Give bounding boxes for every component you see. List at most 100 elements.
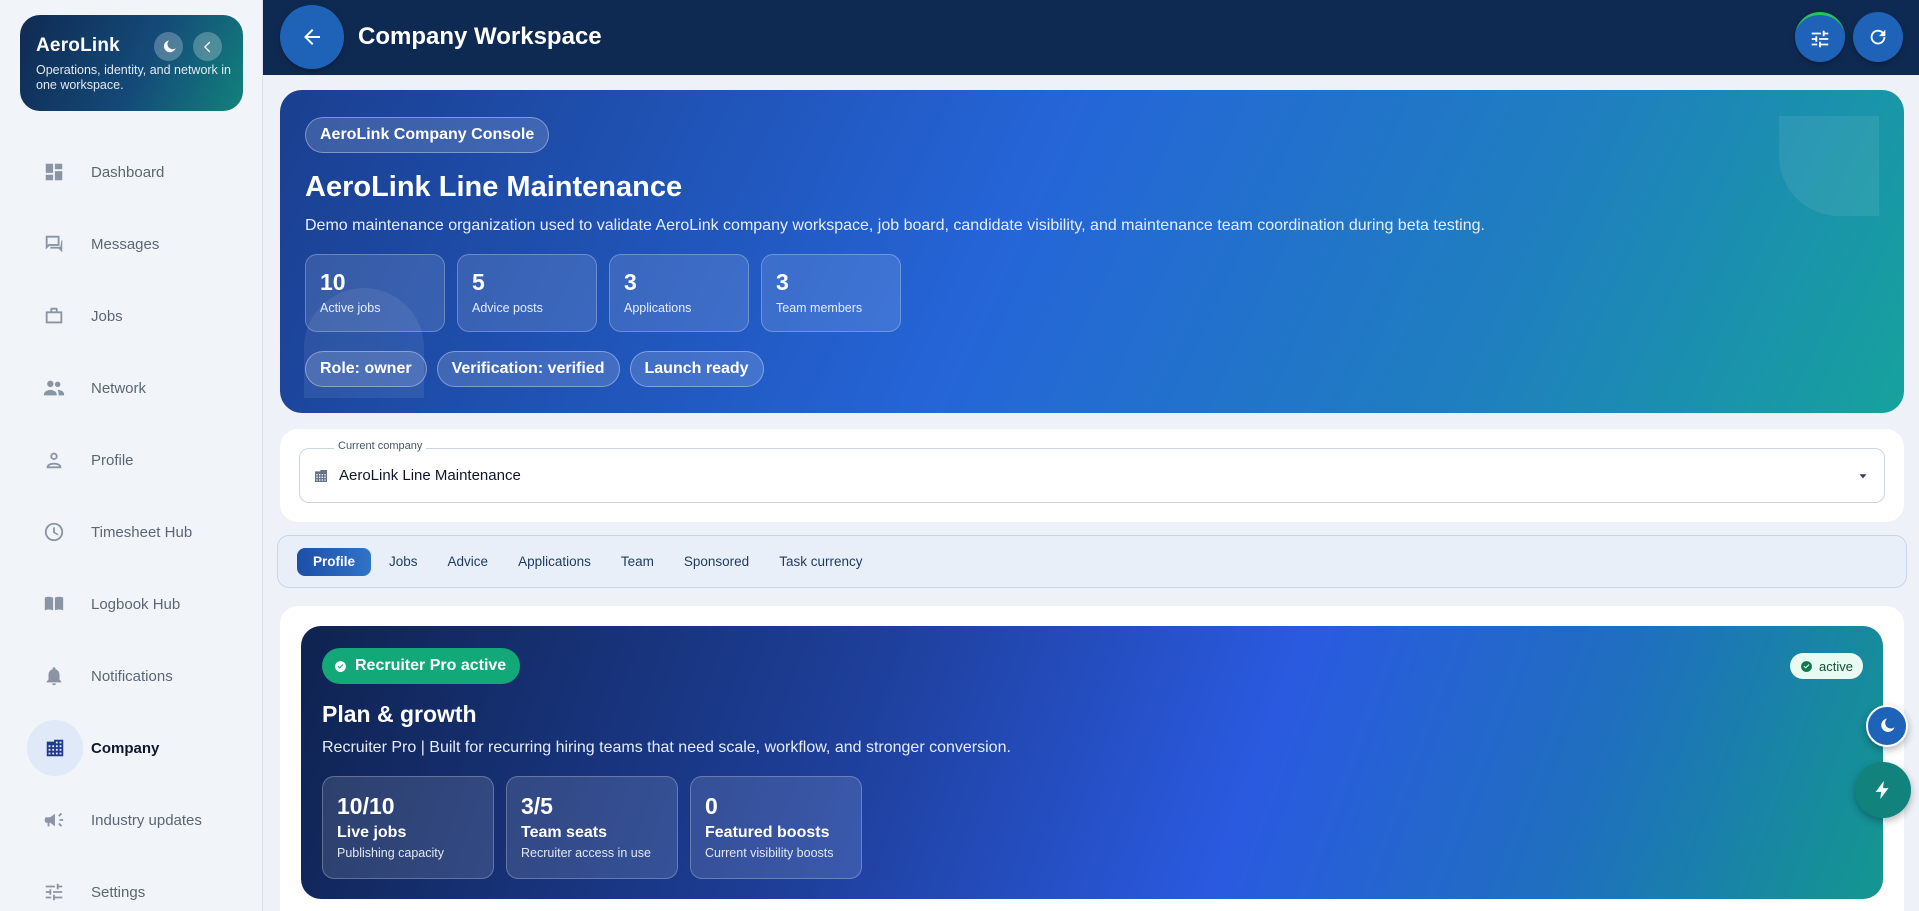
sidebar-item-messages[interactable]: Messages xyxy=(0,208,263,280)
plan-stat-title: Live jobs xyxy=(337,824,407,841)
quick-actions-button[interactable] xyxy=(1855,762,1911,818)
plan-stat-subtitle: Recruiter access in use xyxy=(521,846,651,860)
clock-icon xyxy=(42,520,66,544)
plan-stat-subtitle: Publishing capacity xyxy=(337,846,445,860)
stat-team-members: 3 Team members xyxy=(761,254,901,332)
company-select-value: AeroLink Line Maintenance xyxy=(339,467,521,484)
status-chips: Role: owner Verification: verified Launc… xyxy=(305,351,764,387)
refresh-button[interactable] xyxy=(1853,12,1903,62)
filters-button[interactable] xyxy=(1795,12,1845,62)
sidebar-item-timesheet-hub[interactable]: Timesheet Hub xyxy=(0,496,263,568)
plan-stats: 10/10 Live jobs Publishing capacity 3/5 … xyxy=(322,776,862,879)
tab-profile[interactable]: Profile xyxy=(297,547,372,576)
stat-advice-posts: 5 Advice posts xyxy=(457,254,597,332)
console-chip: AeroLink Company Console xyxy=(305,117,550,153)
check-circle-icon xyxy=(1801,660,1812,672)
brand-card: AeroLink Operations, identity, and netwo… xyxy=(20,15,243,111)
lightning-icon xyxy=(1875,780,1889,800)
company-name: AeroLink Line Maintenance xyxy=(305,171,683,203)
plan-stat-value: 0 xyxy=(705,793,718,819)
sidebar-item-settings[interactable]: Settings xyxy=(0,856,263,911)
chat-icon xyxy=(42,232,66,256)
company-hero: AeroLink Company Console AeroLink Line M… xyxy=(280,90,1904,413)
company-description: Demo maintenance organization used to va… xyxy=(305,217,1485,234)
megaphone-icon xyxy=(42,808,66,832)
sidebar-item-label: Company xyxy=(91,739,160,757)
company-selector-card: Current company AeroLink Line Maintenanc… xyxy=(280,429,1904,522)
launch-ready-chip: Launch ready xyxy=(629,351,764,387)
stat-label: Applications xyxy=(624,301,692,315)
caret-down-icon xyxy=(1856,469,1870,483)
collapse-sidebar-button[interactable] xyxy=(193,32,222,61)
back-button[interactable] xyxy=(280,5,344,69)
sidebar-item-label: Settings xyxy=(91,883,146,901)
tab-task-currency[interactable]: Task currency xyxy=(767,548,874,576)
verification-chip: Verification: verified xyxy=(436,351,620,387)
sidebar-item-logbook-hub[interactable]: Logbook Hub xyxy=(0,568,263,640)
sidebar-item-industry-updates[interactable]: Industry updates xyxy=(0,784,263,856)
dashboard-icon xyxy=(42,160,66,184)
sidebar-item-company[interactable]: Company xyxy=(0,712,263,784)
stat-value: 3 xyxy=(624,269,637,295)
status-badge-label: active xyxy=(1819,658,1853,674)
sidebar-item-notifications[interactable]: Notifications xyxy=(0,640,263,712)
plan-title: Plan & growth xyxy=(322,701,477,727)
stat-label: Active jobs xyxy=(320,301,381,315)
stat-label: Team members xyxy=(776,301,863,315)
sidebar-item-network[interactable]: Network xyxy=(0,352,263,424)
plan-status-chip: Recruiter Pro active xyxy=(322,648,521,684)
company-select[interactable]: Current company AeroLink Line Maintenanc… xyxy=(299,440,1885,503)
refresh-icon xyxy=(1870,29,1886,45)
plan-description: Recruiter Pro | Built for recurring hiri… xyxy=(322,739,1011,756)
moon-icon xyxy=(1881,718,1895,732)
plan-stat-team-seats: 3/5 Team seats Recruiter access in use xyxy=(506,776,678,879)
decorative-shape xyxy=(1779,116,1879,216)
plan-status-chip-label: Recruiter Pro active xyxy=(355,657,507,674)
plan-stat-title: Featured boosts xyxy=(705,824,830,841)
plan-stat-value: 3/5 xyxy=(521,793,553,819)
tab-advice[interactable]: Advice xyxy=(436,548,501,576)
plan-card: Recruiter Pro active active Plan & growt… xyxy=(301,626,1883,899)
sliders-icon xyxy=(1811,30,1829,47)
plan-stat-subtitle: Current visibility boosts xyxy=(705,846,834,860)
sidebar-item-label: Jobs xyxy=(91,307,123,325)
status-badge: active xyxy=(1790,653,1863,679)
role-chip: Role: owner xyxy=(305,351,427,387)
stat-value: 3 xyxy=(776,269,789,295)
theme-toggle-button[interactable] xyxy=(1866,705,1908,747)
workspace-tabs: Profile Jobs Advice Applications Team Sp… xyxy=(277,535,1907,588)
brand-tagline: Operations, identity, and network in one… xyxy=(36,63,232,92)
sidebar-nav: Dashboard Messages Jobs Network Profile … xyxy=(0,136,263,911)
plan-stat-featured-boosts: 0 Featured boosts Current visibility boo… xyxy=(690,776,862,879)
company-stats: 10 Active jobs 5 Advice posts 3 Applicat… xyxy=(305,254,901,332)
person-icon xyxy=(42,448,66,472)
tab-applications[interactable]: Applications xyxy=(506,548,603,576)
moon-icon xyxy=(163,39,176,52)
sidebar-item-profile[interactable]: Profile xyxy=(0,424,263,496)
page-title: Company Workspace xyxy=(358,23,602,50)
sidebar-item-label: Industry updates xyxy=(91,811,202,829)
stat-value: 10 xyxy=(320,269,346,295)
sidebar-item-jobs[interactable]: Jobs xyxy=(0,280,263,352)
arrow-left-icon xyxy=(304,29,320,45)
stat-active-jobs: 10 Active jobs xyxy=(305,254,445,332)
sidebar-item-label: Network xyxy=(91,379,147,397)
tab-team[interactable]: Team xyxy=(609,548,666,576)
sidebar-item-label: Timesheet Hub xyxy=(91,523,193,541)
book-icon xyxy=(42,592,66,616)
bell-icon xyxy=(42,664,66,688)
tab-sponsored[interactable]: Sponsored xyxy=(672,548,761,576)
sidebar-item-label: Profile xyxy=(91,451,134,469)
tab-jobs[interactable]: Jobs xyxy=(377,548,430,576)
sidebar-item-label: Messages xyxy=(91,235,160,253)
dark-mode-toggle[interactable] xyxy=(154,32,183,61)
stat-label: Advice posts xyxy=(472,301,543,315)
sidebar-item-label: Logbook Hub xyxy=(91,595,181,613)
sidebar-item-dashboard[interactable]: Dashboard xyxy=(0,136,263,208)
check-circle-icon xyxy=(335,660,346,672)
plan-section: Recruiter Pro active active Plan & growt… xyxy=(280,606,1904,911)
stat-value: 5 xyxy=(472,269,485,295)
sidebar-item-label: Dashboard xyxy=(91,163,165,181)
sidebar-item-label: Notifications xyxy=(91,667,173,685)
plan-stat-live-jobs: 10/10 Live jobs Publishing capacity xyxy=(322,776,494,879)
